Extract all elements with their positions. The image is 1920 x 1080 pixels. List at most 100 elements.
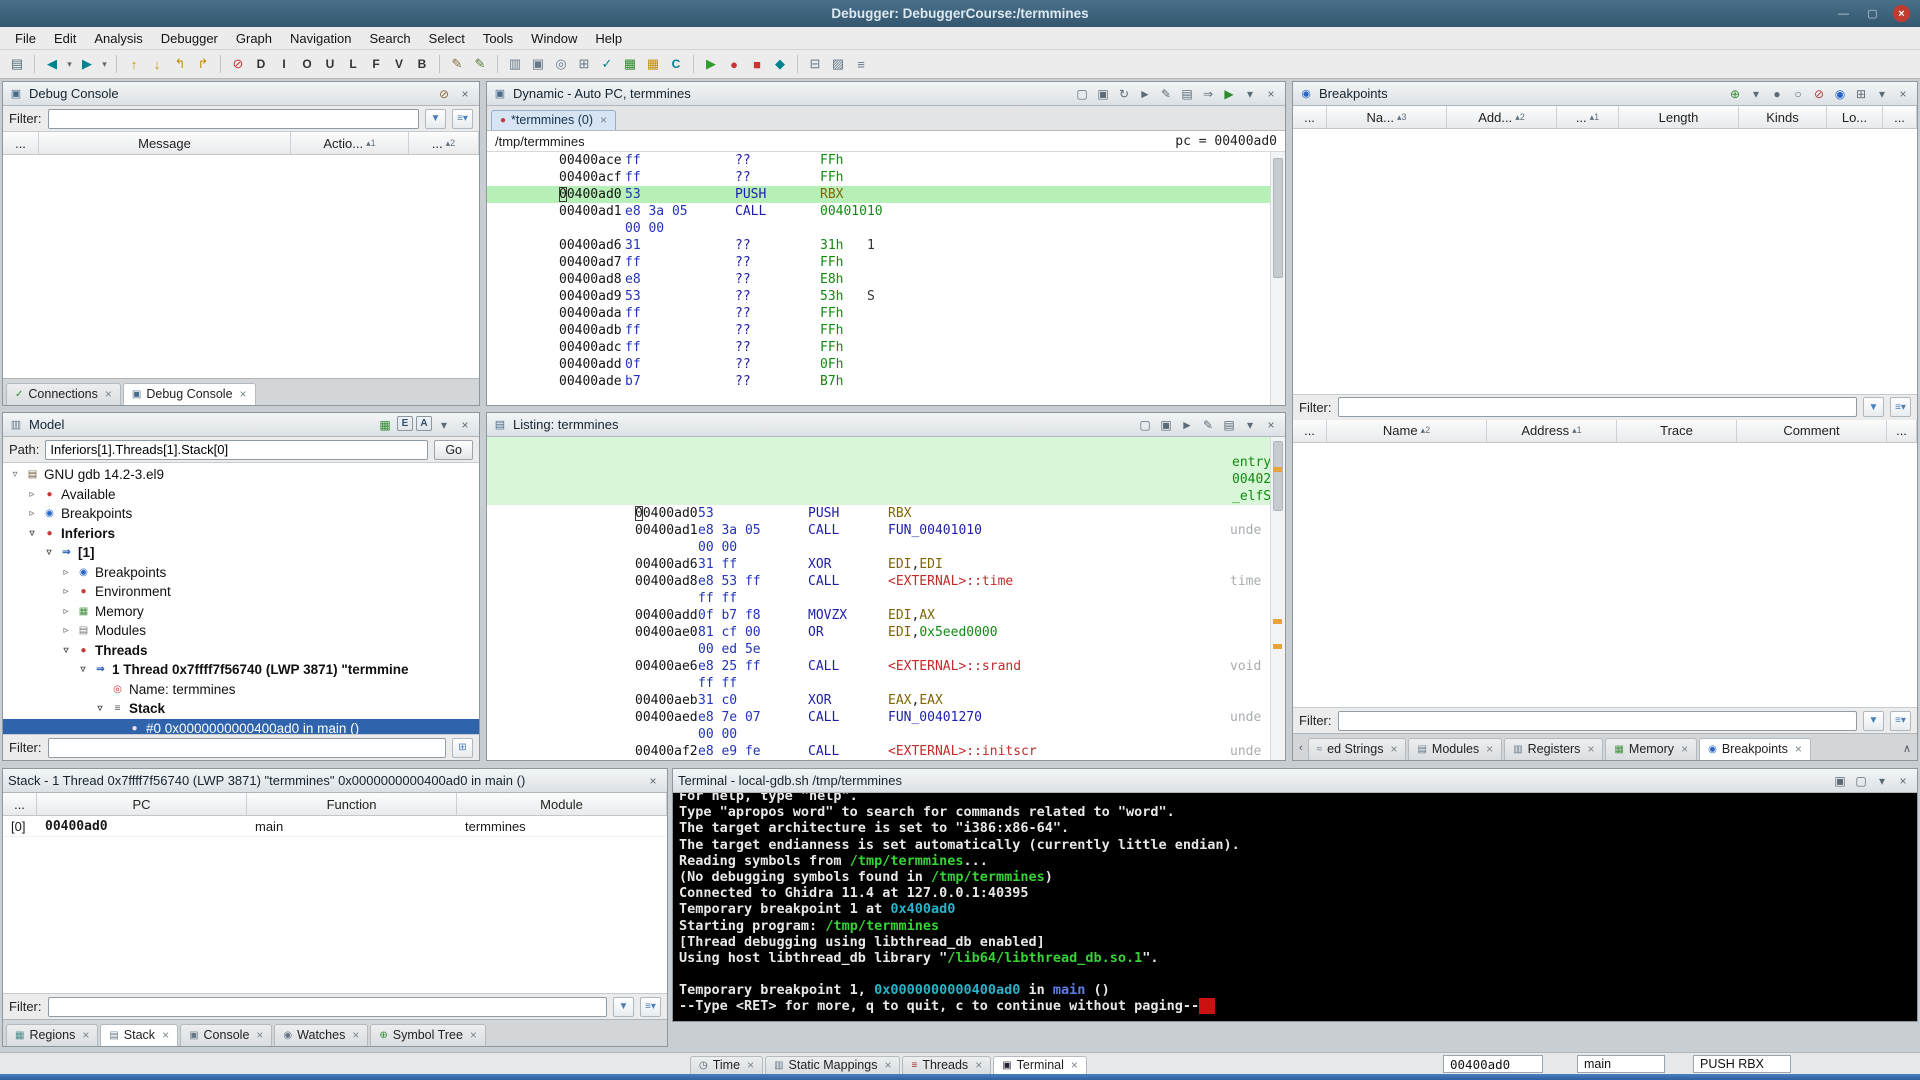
filter-funnel-icon[interactable]: ▼: [425, 108, 446, 129]
tab-close-icon[interactable]: ×: [975, 1058, 982, 1072]
tab-regions[interactable]: ▦ Regions ×: [6, 1024, 99, 1046]
path-input[interactable]: [45, 439, 429, 460]
close-icon[interactable]: ×: [456, 416, 474, 433]
tree-expander[interactable]: ▹: [60, 586, 72, 597]
jump-in-icon[interactable]: ↱: [192, 53, 214, 75]
copy-icon[interactable]: ▣: [1831, 772, 1849, 789]
tab-memory[interactable]: ▦ Memory ×: [1605, 738, 1698, 760]
column-header[interactable]: Length: [1619, 106, 1739, 128]
tab-connections[interactable]: ✓ Connections ×: [6, 383, 121, 405]
menu-search[interactable]: Search: [360, 29, 419, 48]
tabs-overflow-icon[interactable]: ∧: [1900, 742, 1914, 755]
tree-node[interactable]: ▿ ≡ Stack: [3, 699, 479, 719]
menu-debugger[interactable]: Debugger: [152, 29, 227, 48]
column-header[interactable]: ...: [1887, 419, 1917, 442]
disassembly-row[interactable]: 00400ad6 31 ff XOR EDI,EDI: [487, 556, 1285, 573]
cursor-mode-icon[interactable]: ►: [1136, 85, 1154, 102]
tree-node[interactable]: ▹ ▦ Memory: [3, 602, 479, 622]
disassembly-row[interactable]: 00 00: [487, 539, 1285, 556]
nav-forward-menu-icon[interactable]: ▾: [99, 53, 110, 75]
breakpoints-list[interactable]: [1293, 129, 1917, 394]
menu-navigation[interactable]: Navigation: [281, 29, 360, 48]
menu-icon[interactable]: ≡: [850, 53, 872, 75]
tab-time[interactable]: ◷ Time ×: [690, 1056, 764, 1074]
filter-icon[interactable]: ⊞: [1852, 85, 1870, 102]
tree-node[interactable]: ▹ ◉ Breakpoints: [3, 504, 479, 524]
menu-icon[interactable]: ▾: [1241, 85, 1259, 102]
set-breakpoint-icon[interactable]: ⊕: [1726, 85, 1744, 102]
nav-back-menu-icon[interactable]: ▾: [64, 53, 75, 75]
column-header[interactable]: ...: [1293, 419, 1327, 442]
tab-close-icon[interactable]: ×: [1681, 742, 1688, 756]
column-header[interactable]: Address ▴1: [1487, 419, 1617, 442]
disassembly-row[interactable]: 00400ad7 ff?? FFh: [487, 254, 1285, 271]
disassembly-row[interactable]: 00400ade b7?? B7h: [487, 373, 1285, 390]
column-header[interactable]: PC: [37, 793, 247, 815]
capture-snapshot-icon[interactable]: ▤: [1178, 85, 1196, 102]
filter-options-icon[interactable]: ≡▾: [452, 108, 473, 129]
stack-frame-list[interactable]: [0] 00400ad0 main termmines: [3, 816, 667, 993]
disassembly-row[interactable]: 00400adb ff?? FFh: [487, 322, 1285, 339]
tab-watches[interactable]: ◉ Watches ×: [274, 1024, 369, 1046]
dynamic-disassembly[interactable]: 00400ace ff?? FFh 00400acf ff?? FFh 00400ad0 53…: [487, 152, 1285, 405]
menu-graph[interactable]: Graph: [227, 29, 281, 48]
disassembly-row[interactable]: 00400ad9 53?? 53h S: [487, 288, 1285, 305]
clipboard-icon[interactable]: ▥: [504, 53, 526, 75]
tab-terminal[interactable]: ▣ Terminal ×: [993, 1056, 1087, 1074]
stack-frame-row[interactable]: [0] 00400ad0 main termmines: [3, 816, 667, 837]
tree-expander[interactable]: ▹: [60, 567, 72, 578]
column-header[interactable]: ...: [3, 132, 39, 154]
filter-input[interactable]: [47, 996, 607, 1017]
marker-l-icon[interactable]: L: [342, 53, 364, 75]
stop-icon[interactable]: ■: [746, 53, 768, 75]
marker-b-icon[interactable]: B: [411, 53, 433, 75]
prev-bookmark-icon[interactable]: ↑: [123, 53, 145, 75]
marker-v-icon[interactable]: V: [388, 53, 410, 75]
menu-analysis[interactable]: Analysis: [85, 29, 151, 48]
terminal-output[interactable]: For help, type "help". Type "apropos word…: [673, 793, 1917, 1021]
close-icon[interactable]: ×: [1894, 85, 1912, 102]
marker-i-icon[interactable]: I: [273, 53, 295, 75]
tree-expander[interactable]: ▿: [60, 645, 72, 656]
save-icon[interactable]: ▤: [6, 53, 28, 75]
disassembly-row[interactable]: 00400adc ff?? FFh: [487, 339, 1285, 356]
tree-expander[interactable]: ▹: [60, 625, 72, 636]
close-button[interactable]: ×: [1893, 5, 1910, 22]
breakpoint-locations-list[interactable]: [1293, 442, 1917, 707]
filter-options-icon[interactable]: ≡▾: [1890, 710, 1911, 731]
search-icon[interactable]: ◎: [550, 53, 572, 75]
filter-input[interactable]: [47, 108, 419, 129]
tab-close-icon[interactable]: ×: [600, 113, 607, 127]
tab-close-icon[interactable]: ×: [1587, 742, 1594, 756]
column-header[interactable]: ...: [1293, 106, 1327, 128]
clone-panel-icon[interactable]: ▢: [1136, 416, 1154, 433]
disassembly-row[interactable]: 00 00: [487, 726, 1285, 743]
tree-node[interactable]: ▿ ▤ GNU gdb 14.2-3.el9: [3, 465, 479, 485]
column-header[interactable]: Lo...: [1827, 106, 1883, 128]
disassembly-row[interactable]: ff ff: [487, 675, 1285, 692]
compiler-icon[interactable]: C: [665, 53, 687, 75]
menu-icon[interactable]: ▾: [1873, 85, 1891, 102]
paste-icon[interactable]: ▢: [1852, 772, 1870, 789]
tab-debug-console[interactable]: ▣ Debug Console ×: [122, 383, 256, 405]
nav-back-icon[interactable]: ◀: [41, 53, 63, 75]
disassembly-row[interactable]: 00400ad6 31?? 31h 1: [487, 237, 1285, 254]
layout-icon[interactable]: ⊟: [804, 53, 826, 75]
column-header[interactable]: ... ▴2: [409, 132, 479, 154]
marker-u-icon[interactable]: U: [319, 53, 341, 75]
tab-close-icon[interactable]: ×: [747, 1058, 754, 1072]
tree-expander[interactable]: ▹: [26, 489, 38, 500]
next-bookmark-icon[interactable]: ↓: [146, 53, 168, 75]
column-header[interactable]: Na... ▴3: [1327, 106, 1447, 128]
filter-funnel-icon[interactable]: ▼: [613, 996, 634, 1017]
minimize-button[interactable]: —: [1835, 5, 1852, 22]
column-header[interactable]: Trace: [1617, 419, 1737, 442]
disassembly-row[interactable]: 00400ad8 e8 53 ff CALL <EXTERNAL>::time time: [487, 573, 1285, 590]
disassembly-row[interactable]: 00400aeb 31 c0 XOR EAX,EAX: [487, 692, 1285, 709]
disassembly-row[interactable]: 00400ad8 e8?? E8h: [487, 271, 1285, 288]
tree-expander[interactable]: ▿: [26, 528, 38, 539]
tree-node[interactable]: ● #0 0x0000000000400ad0 in main (): [3, 718, 479, 734]
tables-icon[interactable]: ⊞: [573, 53, 595, 75]
column-header[interactable]: ... ▴1: [1557, 106, 1619, 128]
disassembly-row[interactable]: 00400ae0 81 cf 00 OR EDI,0x5eed0000: [487, 624, 1285, 641]
